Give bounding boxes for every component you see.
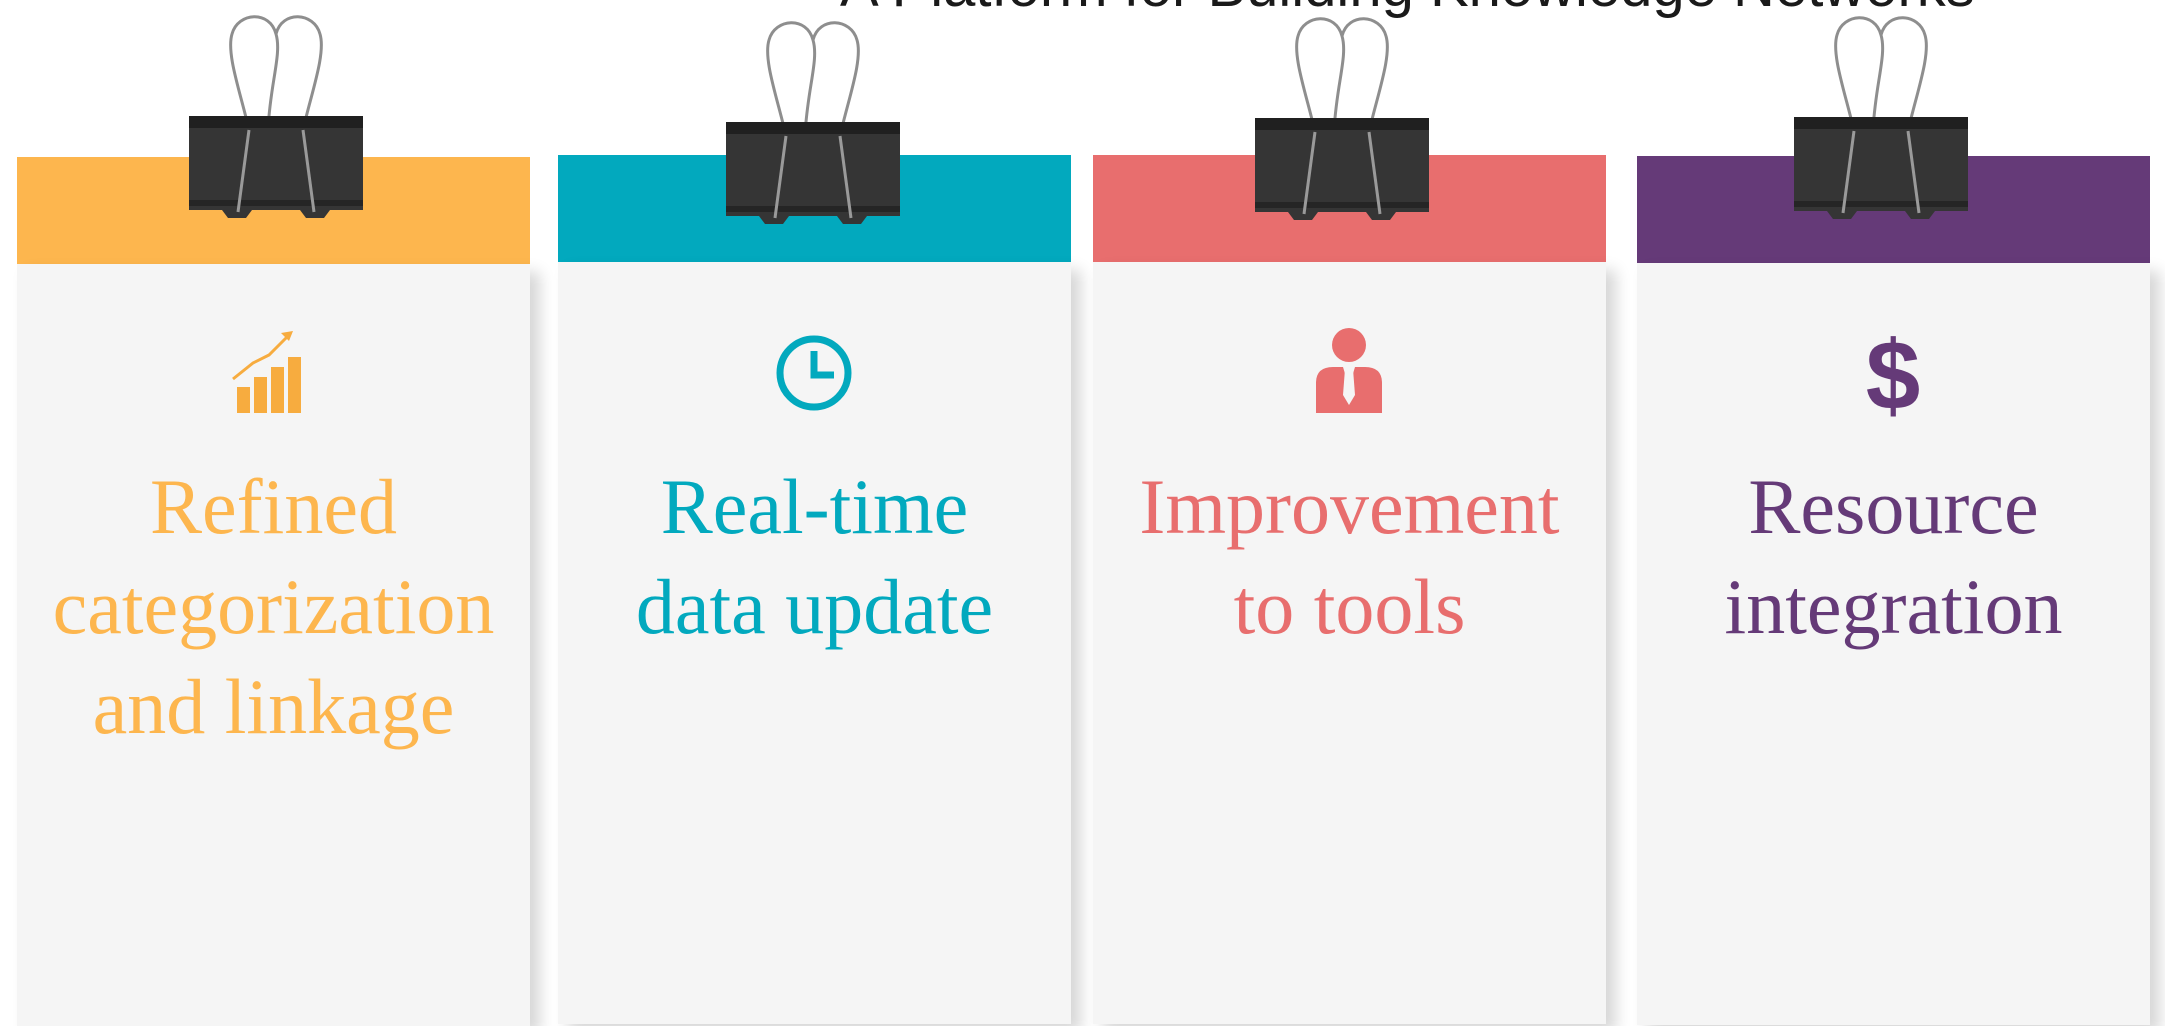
card-refined-categorization: Refined categorization and linkage	[17, 157, 530, 1026]
card-label: Refined categorization and linkage	[0, 457, 550, 757]
card-real-time: Real-time data update	[558, 155, 1071, 1024]
businessman-icon	[1299, 321, 1399, 421]
svg-text:$: $	[1866, 321, 1921, 421]
dollar-icon: $	[1843, 320, 1943, 430]
clock-icon	[764, 321, 864, 421]
card-label-line: integration	[1724, 563, 2063, 650]
card-improvement-tools: Improvement to tools	[1093, 155, 1606, 1024]
binder-clip	[186, 4, 366, 224]
card-label-line: Refined	[150, 463, 397, 550]
card-label: Improvement to tools	[1073, 457, 1626, 657]
card-label: Resource integration	[1617, 457, 2165, 657]
card-label: Real-time data update	[538, 457, 1091, 657]
growth-chart-icon	[223, 321, 323, 421]
card-label-line: and linkage	[92, 663, 455, 750]
binder-clip	[1252, 6, 1432, 226]
binder-clip	[1791, 5, 1971, 225]
card-label-line: Improvement	[1139, 463, 1560, 550]
card-label-line: categorization	[52, 563, 495, 650]
card-resource-integration: $ Resource integration	[1637, 156, 2150, 1025]
binder-clip	[723, 10, 903, 230]
card-label-line: data update	[635, 563, 994, 650]
card-label-line: Resource	[1748, 463, 2039, 550]
card-label-line: Real-time	[660, 463, 969, 550]
card-label-line: to tools	[1233, 563, 1466, 650]
